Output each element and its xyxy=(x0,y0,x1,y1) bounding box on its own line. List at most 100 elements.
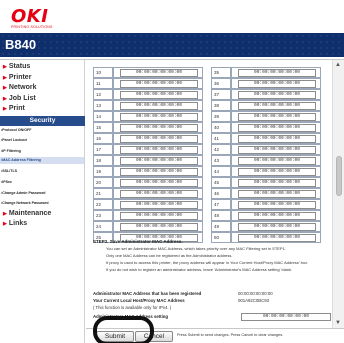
mac-entry-number: 49 xyxy=(211,221,231,232)
mac-entry-number: 17 xyxy=(93,144,113,155)
ipv4-note: ( This function is available only for IP… xyxy=(93,305,172,310)
mac-entry-cell: 00:00:00:00:00:00 xyxy=(113,166,203,177)
registered-mac-row: Administrator MAC Address that has been … xyxy=(93,291,331,298)
mac-address-input[interactable]: 00:00:00:00:00:00 xyxy=(238,223,316,231)
mac-entry-number: 19 xyxy=(93,166,113,177)
mac-entry-cell: 00:00:00:00:00:00 xyxy=(231,122,321,133)
mac-entry-number: 35 xyxy=(211,67,231,78)
sidebar-item-network[interactable]: ▶ Network xyxy=(3,84,36,91)
scroll-up-icon[interactable]: ▲ xyxy=(335,62,341,68)
logo-area: OKI PRINTING SOLUTIONS xyxy=(0,0,344,33)
sidebar-sub-mac-filtering[interactable]: •MAC Address Filtering xyxy=(0,157,84,164)
content-scrollbar[interactable]: ▲ ▼ xyxy=(332,60,344,328)
sidebar: ▶ Status ▶ Printer ▶ Network ▶ Job List ▶ Pri… xyxy=(0,60,85,343)
mac-address-input[interactable]: 00:00:00:00:00:00 xyxy=(120,135,198,143)
table-row: 18 00:00:00:00:00:00 43 00:00:00:00:00:00 xyxy=(93,155,331,166)
sidebar-sub-protocol[interactable]: •Protocol ON/OFF xyxy=(1,128,31,132)
mac-entry-number: 44 xyxy=(211,166,231,177)
submit-hint: Press Submit to send changes. Press Canc… xyxy=(177,333,284,337)
arrow-icon: ▶ xyxy=(3,220,7,227)
mac-address-input[interactable]: 00:00:00:00:00:00 xyxy=(238,190,316,198)
sidebar-sub-ssl-tls[interactable]: •SSL/TLS xyxy=(1,169,17,173)
mac-address-input[interactable]: 00:00:00:00:00:00 xyxy=(120,102,198,110)
sidebar-sub-ip-filtering[interactable]: •IP Filtering xyxy=(1,149,21,153)
scroll-down-icon[interactable]: ▼ xyxy=(335,320,341,326)
logo-text: OKI xyxy=(11,6,49,27)
mac-address-input[interactable]: 00:00:00:00:00:00 xyxy=(120,223,198,231)
sidebar-item-links[interactable]: ▶ Links xyxy=(3,220,27,227)
mac-address-input[interactable]: 00:00:00:00:00:00 xyxy=(238,157,316,165)
table-row: 14 00:00:00:00:00:00 39 00:00:00:00:00:00 xyxy=(93,111,331,122)
mac-address-input[interactable]: 00:00:00:00:00:00 xyxy=(120,179,198,187)
table-row: 12 00:00:00:00:00:00 37 00:00:00:00:00:00 xyxy=(93,89,331,100)
step2-title: STEP2. Save Administrator MAC Address. xyxy=(93,239,183,244)
mac-entry-number: 43 xyxy=(211,155,231,166)
mac-address-input[interactable]: 00:00:00:00:00:00 xyxy=(120,91,198,99)
mac-entry-cell: 00:00:00:00:00:00 xyxy=(113,122,203,133)
mac-entry-number: 16 xyxy=(93,133,113,144)
sidebar-item-label: Status xyxy=(8,63,31,70)
table-row: 23 00:00:00:00:00:00 48 00:00:00:00:00:00 xyxy=(93,210,331,221)
table-row: 10 00:00:00:00:00:00 35 00:00:00:00:00:00 xyxy=(93,67,331,78)
mac-address-input[interactable]: 00:00:00:00:00:00 xyxy=(238,102,316,110)
mac-entry-number: 20 xyxy=(93,177,113,188)
mac-address-input[interactable]: 00:00:00:00:00:00 xyxy=(120,69,198,77)
mac-entry-cell: 00:00:00:00:00:00 xyxy=(231,221,321,232)
admin-mac-setting-input[interactable]: 00:00:00:00:00:00 xyxy=(241,313,331,321)
sidebar-sub-panel-lockout[interactable]: •Panel Lockout xyxy=(1,138,27,142)
mac-entry-cell: 00:00:00:00:00:00 xyxy=(113,155,203,166)
scroll-thumb[interactable] xyxy=(336,156,342,196)
sidebar-item-job-list[interactable]: ▶ Job List xyxy=(3,95,36,102)
mac-address-input[interactable]: 00:00:00:00:00:00 xyxy=(120,201,198,209)
sidebar-item-label: Network xyxy=(8,84,37,91)
mac-entry-cell: 00:00:00:00:00:00 xyxy=(231,100,321,111)
mac-entry-number: 40 xyxy=(211,122,231,133)
mac-entry-number: 39 xyxy=(211,111,231,122)
mac-address-input[interactable]: 00:00:00:00:00:00 xyxy=(238,179,316,187)
mac-address-input[interactable]: 00:00:00:00:00:00 xyxy=(238,168,316,176)
mac-entry-cell: 00:00:00:00:00:00 xyxy=(231,155,321,166)
mac-address-input[interactable]: 00:00:00:00:00:00 xyxy=(120,80,198,88)
mac-address-input[interactable]: 00:00:00:00:00:00 xyxy=(238,91,316,99)
mac-entry-cell: 00:00:00:00:00:00 xyxy=(113,111,203,122)
submit-highlight-ring xyxy=(93,316,154,343)
step2-paragraph: You can set an Administrator MAC Address… xyxy=(106,246,286,251)
mac-entry-cell: 00:00:00:00:00:00 xyxy=(231,177,321,188)
mac-address-input[interactable]: 00:00:00:00:00:00 xyxy=(238,80,316,88)
sidebar-item-maintenance[interactable]: ▶ Maintenance xyxy=(3,210,51,217)
oki-logo: OKI PRINTING SOLUTIONS xyxy=(5,5,59,29)
sidebar-sub-change-admin-password[interactable]: •Change Admin Password xyxy=(1,191,45,195)
mac-address-input[interactable]: 00:00:00:00:00:00 xyxy=(120,168,198,176)
mac-address-input[interactable]: 00:00:00:00:00:00 xyxy=(238,212,316,220)
mac-address-input[interactable]: 00:00:00:00:00:00 xyxy=(120,113,198,121)
mac-entry-number: 22 xyxy=(93,199,113,210)
mac-address-input[interactable]: 00:00:00:00:00:00 xyxy=(238,124,316,132)
mac-address-input[interactable]: 00:00:00:00:00:00 xyxy=(238,146,316,154)
mac-address-input[interactable]: 00:00:00:00:00:00 xyxy=(238,135,316,143)
mac-address-input[interactable]: 00:00:00:00:00:00 xyxy=(238,113,316,121)
current-mac-value: 001A92C0BC93 xyxy=(238,298,270,303)
table-row: 15 00:00:00:00:00:00 40 00:00:00:00:00:00 xyxy=(93,122,331,133)
mac-address-input[interactable]: 00:00:00:00:00:00 xyxy=(120,146,198,154)
mac-address-input[interactable]: 00:00:00:00:00:00 xyxy=(238,201,316,209)
sidebar-sub-ipsec[interactable]: •IPSec xyxy=(1,180,12,184)
sidebar-item-printer[interactable]: ▶ Printer xyxy=(3,74,31,81)
step2-section: STEP2. Save Administrator MAC Address. Y… xyxy=(93,239,331,272)
mac-entry-number: 15 xyxy=(93,122,113,133)
mac-entry-number: 41 xyxy=(211,133,231,144)
mac-address-input[interactable]: 00:00:00:00:00:00 xyxy=(238,69,316,77)
sidebar-item-print[interactable]: ▶ Print xyxy=(3,105,25,112)
mac-entry-cell: 00:00:00:00:00:00 xyxy=(231,188,321,199)
sidebar-sub-change-network-password[interactable]: •Change Network Password xyxy=(1,201,49,205)
table-row: 22 00:00:00:00:00:00 47 00:00:00:00:00:00 xyxy=(93,199,331,210)
mac-address-input[interactable]: 00:00:00:00:00:00 xyxy=(120,190,198,198)
sidebar-item-security[interactable]: Security xyxy=(0,116,85,126)
mac-address-input[interactable]: 00:00:00:00:00:00 xyxy=(120,212,198,220)
sidebar-item-label: Print xyxy=(8,105,25,112)
sidebar-item-status[interactable]: ▶ Status xyxy=(3,63,30,70)
table-row: 13 00:00:00:00:00:00 38 00:00:00:00:00:00 xyxy=(93,100,331,111)
mac-address-input[interactable]: 00:00:00:00:00:00 xyxy=(120,157,198,165)
mac-entry-cell: 00:00:00:00:00:00 xyxy=(113,89,203,100)
mac-entry-cell: 00:00:00:00:00:00 xyxy=(113,100,203,111)
mac-address-input[interactable]: 00:00:00:00:00:00 xyxy=(120,124,198,132)
